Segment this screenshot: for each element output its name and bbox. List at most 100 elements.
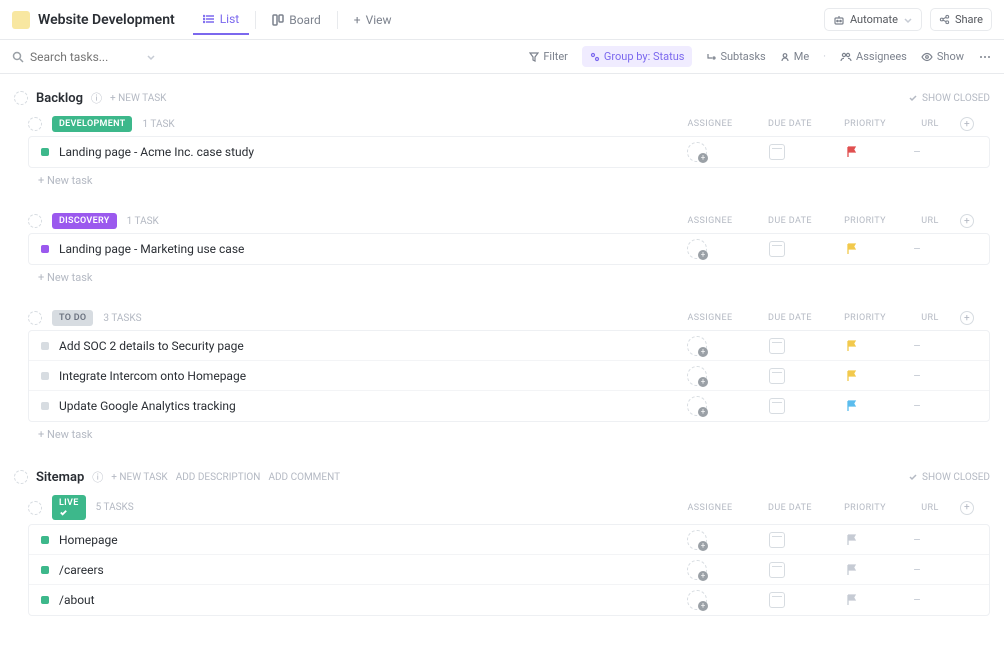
task-row[interactable]: Landing page - Acme Inc. case study – — [29, 137, 989, 167]
task-name: Homepage — [59, 533, 657, 547]
due-date-cell[interactable] — [737, 241, 817, 257]
automate-button[interactable]: Automate — [824, 8, 922, 31]
list-icon — [203, 13, 215, 25]
url-cell[interactable]: – — [887, 563, 947, 577]
task-row[interactable]: Update Google Analytics tracking – — [29, 391, 989, 421]
eye-icon — [921, 52, 933, 62]
collapse-icon[interactable] — [28, 311, 42, 325]
priority-cell[interactable] — [817, 594, 887, 606]
new-task-button[interactable]: + New task — [28, 422, 990, 447]
more-button[interactable] — [978, 52, 992, 62]
task-list: Landing page - Acme Inc. case study – — [28, 136, 990, 168]
tab-list[interactable]: List — [193, 5, 250, 35]
status-pill[interactable]: DEVELOPMENT — [52, 116, 132, 132]
me-button[interactable]: Me — [780, 50, 809, 63]
show-closed-button[interactable]: SHOW CLOSED — [908, 472, 990, 483]
url-cell[interactable]: – — [887, 242, 947, 256]
add-description-link[interactable]: ADD DESCRIPTION — [176, 472, 261, 483]
due-date-cell[interactable] — [737, 592, 817, 608]
priority-cell[interactable] — [817, 400, 887, 412]
new-task-link[interactable]: + NEW TASK — [111, 472, 167, 483]
status-pill[interactable]: TO DO — [52, 310, 93, 326]
top-bar: Website Development List Board + View Au… — [0, 0, 1004, 40]
dots-icon — [978, 52, 992, 62]
chevron-down-icon[interactable] — [146, 52, 156, 62]
collapse-icon[interactable] — [28, 501, 42, 515]
section-header: Backlog ⓘ + NEW TASK SHOW CLOSED — [14, 84, 990, 112]
url-cell[interactable]: – — [887, 145, 947, 159]
priority-cell[interactable] — [817, 146, 887, 158]
task-row[interactable]: Homepage – — [29, 525, 989, 555]
filter-button[interactable]: Filter — [529, 50, 568, 63]
task-row[interactable]: Integrate Intercom onto Homepage – — [29, 361, 989, 391]
group-header: DEVELOPMENT 1 TASK ASSIGNEE DUE DATE PRI… — [28, 112, 990, 136]
status-pill[interactable]: LIVE — [52, 495, 86, 520]
status-pill[interactable]: DISCOVERY — [52, 213, 117, 229]
plus-icon: + — [960, 501, 974, 515]
new-task-button[interactable]: + New task — [28, 168, 990, 193]
due-date-cell[interactable] — [737, 562, 817, 578]
assignee-placeholder-icon — [687, 336, 707, 356]
assignee-cell[interactable] — [657, 239, 737, 259]
task-row[interactable]: /about – — [29, 585, 989, 615]
due-date-cell[interactable] — [737, 532, 817, 548]
priority-cell[interactable] — [817, 564, 887, 576]
info-icon[interactable]: ⓘ — [91, 90, 102, 106]
assignee-cell[interactable] — [657, 366, 737, 386]
page-title: Website Development — [38, 12, 175, 28]
add-comment-link[interactable]: ADD COMMENT — [268, 472, 340, 483]
group-by-pill[interactable]: Group by: Status — [582, 46, 693, 67]
show-closed-button[interactable]: SHOW CLOSED — [908, 93, 990, 104]
assignee-cell[interactable] — [657, 142, 737, 162]
collapse-icon[interactable] — [14, 91, 28, 105]
priority-cell[interactable] — [817, 534, 887, 546]
assignees-button[interactable]: Assignees — [840, 50, 907, 63]
collapse-icon[interactable] — [28, 117, 42, 131]
task-row[interactable]: /careers – — [29, 555, 989, 585]
priority-cell[interactable] — [817, 340, 887, 352]
flag-icon — [846, 594, 858, 606]
due-date-cell[interactable] — [737, 144, 817, 160]
status-square — [41, 245, 49, 253]
add-view-button[interactable]: + View — [344, 6, 402, 34]
task-row[interactable]: Landing page - Marketing use case – — [29, 234, 989, 264]
search-wrap[interactable] — [12, 50, 156, 64]
due-date-cell[interactable] — [737, 398, 817, 414]
task-name: Integrate Intercom onto Homepage — [59, 369, 657, 383]
url-cell[interactable]: – — [887, 593, 947, 607]
url-cell[interactable]: – — [887, 339, 947, 353]
calendar-icon — [769, 592, 785, 608]
task-row[interactable]: Add SOC 2 details to Security page – — [29, 331, 989, 361]
assignee-cell[interactable] — [657, 530, 737, 550]
group-by-label: Group by: Status — [604, 50, 685, 63]
show-button[interactable]: Show — [921, 50, 964, 63]
url-dash: – — [913, 145, 921, 159]
url-cell[interactable]: – — [887, 369, 947, 383]
add-column-button[interactable]: + — [960, 311, 990, 325]
subtasks-button[interactable]: Subtasks — [706, 50, 765, 63]
url-cell[interactable]: – — [887, 533, 947, 547]
collapse-icon[interactable] — [14, 470, 28, 484]
add-column-button[interactable]: + — [960, 214, 990, 228]
share-button[interactable]: Share — [930, 8, 992, 31]
assignee-cell[interactable] — [657, 396, 737, 416]
assignee-cell[interactable] — [657, 336, 737, 356]
new-task-link[interactable]: + NEW TASK — [110, 93, 166, 104]
due-date-cell[interactable] — [737, 368, 817, 384]
assignee-cell[interactable] — [657, 590, 737, 610]
new-task-button[interactable]: + New task — [28, 265, 990, 290]
priority-cell[interactable] — [817, 370, 887, 382]
priority-cell[interactable] — [817, 243, 887, 255]
search-input[interactable] — [30, 50, 140, 64]
add-column-button[interactable]: + — [960, 501, 990, 515]
assignee-cell[interactable] — [657, 560, 737, 580]
task-count: 1 TASK — [142, 119, 174, 130]
tab-board[interactable]: Board — [262, 6, 331, 34]
collapse-icon[interactable] — [28, 214, 42, 228]
add-column-button[interactable]: + — [960, 117, 990, 131]
info-icon[interactable]: ⓘ — [92, 469, 103, 485]
flag-icon — [846, 243, 858, 255]
automate-label: Automate — [850, 13, 898, 26]
url-cell[interactable]: – — [887, 399, 947, 413]
due-date-cell[interactable] — [737, 338, 817, 354]
